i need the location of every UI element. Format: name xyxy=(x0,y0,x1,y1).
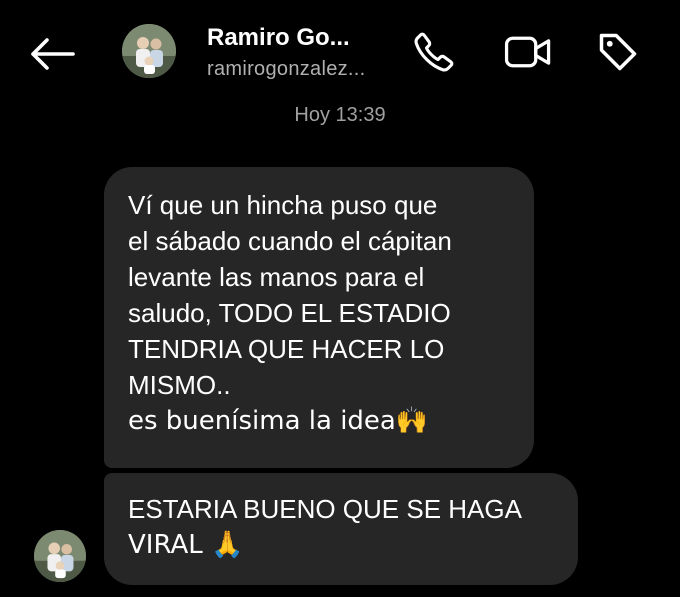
contact-avatar[interactable] xyxy=(122,24,176,78)
message-line: levante las manos para el xyxy=(128,262,425,292)
message-line: VIRAL 🙏 xyxy=(128,530,244,560)
message-line: saludo, TODO EL ESTADIO xyxy=(128,298,451,328)
message-line: ESTARIA BUENO QUE SE HAGA xyxy=(128,494,522,524)
chat-header: Ramiro Go... ramirogonzalez... xyxy=(0,0,680,100)
video-camera-icon xyxy=(504,36,551,68)
message-line: Ví que un hincha puso que xyxy=(128,190,438,220)
message-line: el sábado cuando el cápitan xyxy=(128,226,452,256)
sender-avatar[interactable] xyxy=(34,530,86,582)
call-button[interactable] xyxy=(406,24,462,80)
back-button[interactable] xyxy=(26,28,78,80)
video-call-button[interactable] xyxy=(500,24,556,80)
tag-button[interactable] xyxy=(590,24,646,80)
message-line: TENDRIA QUE HACER LO xyxy=(128,334,445,364)
contact-username[interactable]: ramirogonzalez... xyxy=(207,58,366,81)
contact-name[interactable]: Ramiro Go... xyxy=(207,24,350,52)
message-timestamp: Hoy 13:39 xyxy=(294,104,386,126)
message-line: es buenísima la idea🙌 xyxy=(128,406,429,436)
message-line: MISMO.. xyxy=(128,370,231,400)
phone-icon xyxy=(414,32,454,72)
avatar-photo xyxy=(34,530,86,582)
message-bubble[interactable]: Ví que un hincha puso que el sábado cuan… xyxy=(104,167,534,468)
tag-icon xyxy=(599,33,637,71)
message-bubble[interactable]: ESTARIA BUENO QUE SE HAGA VIRAL 🙏 xyxy=(104,473,578,585)
back-arrow-icon xyxy=(31,38,75,70)
avatar-photo xyxy=(122,24,176,78)
